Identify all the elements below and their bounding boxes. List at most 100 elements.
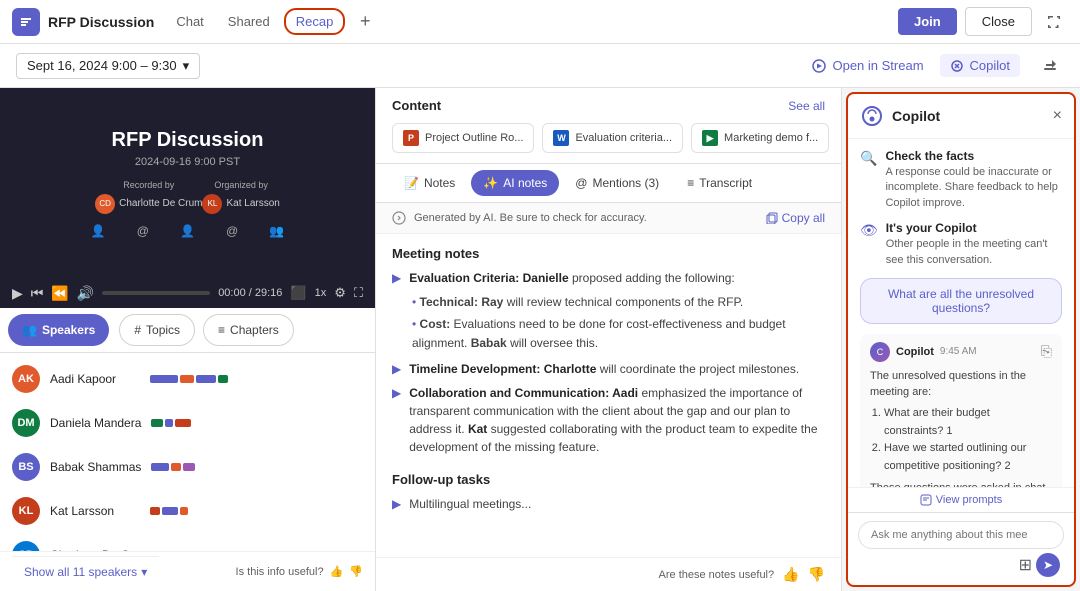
date-picker[interactable]: Sept 16, 2024 9:00 – 9:30 ▾ bbox=[16, 53, 200, 79]
copilot-input[interactable] bbox=[858, 521, 1064, 549]
person-icon-2: 👤 bbox=[180, 224, 195, 238]
ai-icon: ✨ bbox=[483, 176, 498, 190]
person-icon-1: 👤 bbox=[91, 224, 106, 238]
close-button[interactable]: Close bbox=[965, 7, 1032, 36]
play-button[interactable]: ▶ bbox=[12, 285, 23, 302]
tab-shared[interactable]: Shared bbox=[218, 10, 280, 33]
expand-button[interactable] bbox=[1040, 8, 1068, 36]
your-copilot-card: 👁 It's your Copilot Other people in the … bbox=[860, 221, 1062, 268]
copy-all-button[interactable]: Copy all bbox=[766, 211, 825, 225]
add-tab-button[interactable]: + bbox=[353, 10, 377, 34]
settings-button[interactable]: ⚙ bbox=[334, 285, 346, 301]
at-icon-2: @ bbox=[226, 224, 238, 238]
input-actions: ⊞ ➤ bbox=[858, 549, 1064, 577]
mute-button[interactable]: 🔊 bbox=[77, 285, 94, 302]
fullscreen-button[interactable]: ⛶ bbox=[354, 285, 363, 301]
speed-button[interactable]: 1x bbox=[315, 287, 327, 299]
at-icon: @ bbox=[575, 176, 587, 190]
progress-bar[interactable] bbox=[102, 291, 210, 295]
middle-panel: Content See all P Project Outline Ro... … bbox=[375, 88, 842, 591]
avatar: BS bbox=[12, 453, 40, 481]
tab-recap[interactable]: Recap bbox=[284, 8, 346, 35]
menu-icon: ≡ bbox=[218, 323, 225, 337]
note-item: ▶ Multilingual meetings... bbox=[392, 495, 825, 513]
expand-arrow[interactable]: ▶ bbox=[392, 362, 401, 376]
list-item[interactable]: CD Charlotte De Crum bbox=[0, 533, 375, 552]
meeting-title: RFP Discussion bbox=[48, 14, 154, 30]
expand-arrow[interactable]: ▶ bbox=[392, 497, 401, 511]
share-button[interactable] bbox=[1036, 52, 1064, 80]
bullet-item: Cost: Evaluations need to be done for co… bbox=[412, 315, 825, 353]
send-button[interactable]: ➤ bbox=[1036, 553, 1060, 577]
note-item: ▶ Collaboration and Communication: Aadi … bbox=[392, 384, 825, 456]
copilot-panel: Copilot × 🔍 Check the facts A response c… bbox=[846, 92, 1076, 587]
list-item[interactable]: AK Aadi Kapoor bbox=[0, 357, 375, 401]
content-files: P Project Outline Ro... W Evaluation cri… bbox=[376, 119, 841, 163]
check-facts-card: 🔍 Check the facts A response could be in… bbox=[860, 149, 1062, 211]
file-chip[interactable]: ▶ Marketing demo f... bbox=[691, 123, 829, 153]
tab-chapters[interactable]: ≡ Chapters bbox=[203, 314, 294, 346]
copilot-body: 🔍 Check the facts A response could be in… bbox=[848, 139, 1074, 487]
avatar: AK bbox=[12, 365, 40, 393]
notes-feedback-row: Are these notes useful? 👍 👎 bbox=[376, 557, 841, 591]
list-item[interactable]: KL Kat Larsson bbox=[0, 489, 375, 533]
tab-notes[interactable]: 📝 Notes bbox=[392, 170, 467, 196]
thumbs-up-icon[interactable]: 👍 bbox=[330, 565, 344, 578]
person-icon-3: 👥 bbox=[269, 224, 284, 238]
avatar: KL bbox=[12, 497, 40, 525]
response-questions: What are their budget constraints? 1 Hav… bbox=[870, 405, 1052, 475]
join-button[interactable]: Join bbox=[898, 8, 957, 35]
organized-by-label: Organized by bbox=[202, 180, 279, 190]
tab-mentions[interactable]: @ Mentions (3) bbox=[563, 170, 671, 196]
note-text: Evaluation Criteria: Danielle proposed a… bbox=[409, 269, 735, 287]
organizer-avatar: KL bbox=[202, 194, 222, 214]
tab-ai-notes[interactable]: ✨ AI notes bbox=[471, 170, 559, 196]
content-header: Content See all bbox=[376, 88, 841, 119]
see-all-link[interactable]: See all bbox=[788, 99, 825, 113]
ai-disclaimer: Generated by AI. Be sure to check for ac… bbox=[376, 203, 841, 234]
thumbs-up-button[interactable]: 👍 bbox=[782, 566, 799, 583]
tab-topics[interactable]: # Topics bbox=[119, 314, 195, 346]
list-item: Have we started outlining our competitiv… bbox=[884, 440, 1052, 475]
file-chip[interactable]: P Project Outline Ro... bbox=[392, 123, 534, 153]
file-chip[interactable]: W Evaluation criteria... bbox=[542, 123, 683, 153]
note-heading: Evaluation Criteria: bbox=[409, 271, 522, 285]
speaker-name: Babak Shammas bbox=[50, 460, 141, 474]
video-player: RFP Discussion 2024-09-16 9:00 PST Recor… bbox=[0, 88, 375, 279]
transcript-icon: ≡ bbox=[687, 176, 694, 190]
follow-up-section: Follow-up tasks ▶ Multilingual meetings.… bbox=[392, 472, 825, 513]
speaker-tabs-row: 👥 Speakers # Topics ≡ Chapters bbox=[0, 308, 375, 353]
list-item[interactable]: DM Daniela Mandera bbox=[0, 401, 375, 445]
video-controls: ▶ ⏮ ⏪ 🔊 00:00 / 29:16 ⬛ 1x ⚙ ⛶ bbox=[0, 279, 375, 308]
thumbs-down-icon[interactable]: 👎 bbox=[349, 565, 363, 578]
copilot-button[interactable]: Copilot bbox=[940, 54, 1020, 77]
recorder-name: Charlotte De Crum bbox=[119, 198, 202, 209]
close-copilot-button[interactable]: × bbox=[1053, 107, 1062, 125]
view-prompts-button[interactable]: View prompts bbox=[848, 487, 1074, 512]
tab-transcript[interactable]: ≡ Transcript bbox=[675, 170, 764, 196]
grid-icon[interactable]: ⊞ bbox=[1019, 555, 1032, 575]
check-facts-desc: A response could be inaccurate or incomp… bbox=[885, 165, 1062, 211]
nav-tabs: Chat Shared Recap bbox=[166, 8, 345, 35]
caption-button[interactable]: ⬛ bbox=[290, 285, 306, 301]
open-in-stream-button[interactable]: Open in Stream bbox=[812, 58, 923, 73]
expand-arrow[interactable]: ▶ bbox=[392, 386, 401, 400]
list-item[interactable]: BS Babak Shammas bbox=[0, 445, 375, 489]
skip-back-button[interactable]: ⏮ bbox=[31, 285, 44, 302]
tab-speakers[interactable]: 👥 Speakers bbox=[8, 314, 109, 346]
show-all-speakers[interactable]: Show all 11 speakers ▾ bbox=[12, 556, 159, 587]
left-panel: RFP Discussion 2024-09-16 9:00 PST Recor… bbox=[0, 88, 375, 591]
tab-chat[interactable]: Chat bbox=[166, 10, 213, 33]
thumbs-down-button[interactable]: 👎 bbox=[808, 566, 825, 583]
ppt-icon: P bbox=[403, 130, 419, 146]
copilot-response: C Copilot 9:45 AM ⎘ The unresolved quest… bbox=[860, 334, 1062, 487]
meeting-notes-section: Meeting notes ▶ Evaluation Criteria: Dan… bbox=[392, 246, 825, 456]
copy-response-button[interactable]: ⎘ bbox=[1041, 343, 1052, 360]
rewind-button[interactable]: ⏪ bbox=[51, 285, 68, 302]
at-icon-1: @ bbox=[137, 224, 149, 238]
speaker-bars bbox=[151, 419, 363, 427]
response-name: Copilot bbox=[896, 346, 934, 358]
date-label: Sept 16, 2024 9:00 – 9:30 bbox=[27, 58, 177, 73]
suggested-question[interactable]: What are all the unresolved questions? bbox=[860, 278, 1062, 324]
expand-arrow[interactable]: ▶ bbox=[392, 271, 401, 285]
